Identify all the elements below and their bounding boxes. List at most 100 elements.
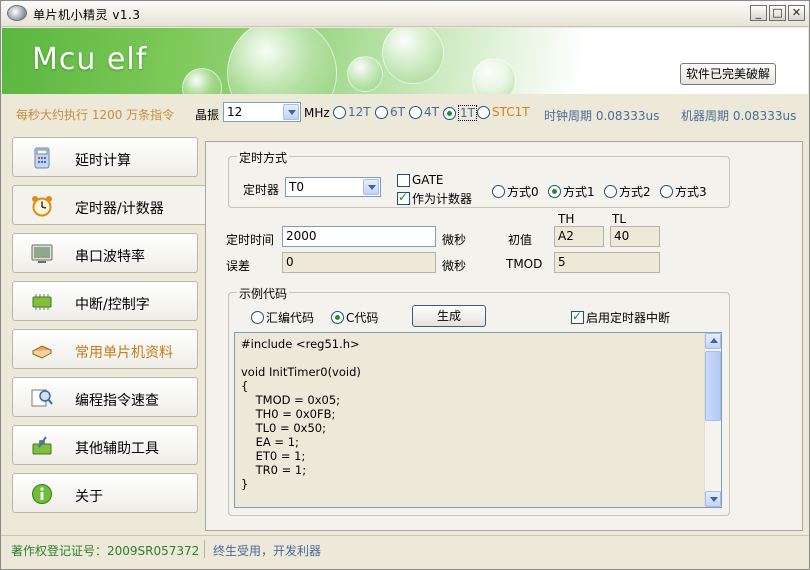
vertical-scrollbar[interactable]: [704, 333, 721, 507]
counter-checkbox[interactable]: 作为计数器: [397, 190, 472, 207]
xtal-label: 晶振: [195, 108, 220, 122]
sidebar-item-instruction-ref[interactable]: 编程指令速查: [12, 377, 198, 417]
code-line: {: [241, 379, 249, 393]
banner: Mcu elf 软件已完美破解: [2, 28, 808, 94]
bubble-decoration: [227, 28, 337, 94]
chevron-down-icon[interactable]: [283, 104, 299, 120]
code-line: EA = 1;: [241, 435, 299, 449]
mode1-radio[interactable]: 方式1: [548, 183, 595, 200]
sidebar-item-interrupt[interactable]: 中断/控制字: [12, 281, 198, 321]
sidebar-item-delay-calc[interactable]: 延时计算: [12, 137, 198, 177]
radio-dot[interactable]: [251, 311, 264, 324]
timer-label: 定时器: [243, 183, 280, 197]
time-label: 定时时间: [226, 233, 275, 247]
magnifier-doc-icon: [31, 389, 53, 407]
timer-select[interactable]: T0: [285, 177, 381, 197]
scroll-down-icon[interactable]: [705, 491, 721, 507]
enable-interrupt-checkbox[interactable]: 启用定时器中断: [571, 309, 670, 326]
radio-dot[interactable]: [660, 185, 673, 198]
close-button[interactable]: ✕: [788, 5, 805, 21]
code-line: TH0 = 0x0FB;: [241, 407, 336, 421]
bubble-decoration: [182, 68, 222, 94]
time-input[interactable]: 2000: [282, 226, 436, 247]
mode2-radio[interactable]: 方式2: [604, 183, 651, 200]
scroll-up-icon[interactable]: [705, 333, 721, 349]
radio-dot[interactable]: [375, 105, 388, 119]
sidebar-item-about[interactable]: 关于: [12, 473, 198, 513]
app-logo: Mcu elf: [32, 42, 148, 77]
sidebar-item-mcu-docs[interactable]: 常用单片机资料: [12, 329, 198, 369]
clock-period: 时钟周期 0.08333us: [544, 109, 660, 123]
radio-dot[interactable]: [443, 106, 456, 120]
status-bar: 著作权登记证号：2009SR057372 终生受用，开发利器: [1, 535, 809, 569]
radio-12t[interactable]: 12T: [333, 105, 371, 119]
sidebar-item-label: 常用单片机资料: [75, 345, 173, 361]
mode3-radio[interactable]: 方式3: [660, 183, 707, 200]
th-label: TH: [558, 212, 575, 226]
radio-dot[interactable]: [477, 105, 490, 119]
asm-radio[interactable]: 汇编代码: [251, 309, 314, 326]
alarm-clock-icon: [32, 196, 52, 217]
xtal-value: 12: [227, 105, 243, 119]
code-textarea[interactable]: #include <reg51.h> void InitTimer0(void)…: [234, 332, 722, 508]
checkbox-box[interactable]: [397, 173, 410, 187]
code-line: TL0 = 0x50;: [241, 421, 326, 435]
book-icon: [31, 345, 53, 359]
tl-field: 40: [610, 226, 660, 247]
radio-dot[interactable]: [409, 105, 422, 119]
copyright-text: 著作权登记证号：2009SR057372: [11, 544, 200, 558]
bubble-decoration: [472, 58, 516, 94]
group-title: 定时方式: [237, 149, 290, 166]
code-line: ET0 = 1;: [241, 449, 306, 463]
sidebar-item-label: 延时计算: [75, 153, 131, 169]
error-field: 0: [282, 252, 436, 273]
mode0-radio[interactable]: 方式0: [492, 183, 539, 200]
sidebar-item-baud-rate[interactable]: 串口波特率: [12, 233, 198, 273]
group-title: 示例代码: [237, 285, 290, 302]
radio-6t[interactable]: 6T: [375, 105, 405, 119]
xtal-select[interactable]: 12: [223, 102, 301, 122]
bubble-decoration: [347, 56, 383, 92]
th-field: A2: [554, 226, 604, 247]
maximize-button[interactable]: □: [769, 5, 786, 21]
minimize-button[interactable]: _: [750, 5, 767, 21]
radio-1t[interactable]: 1T: [443, 105, 477, 121]
tmod-field: 5: [554, 252, 660, 273]
window-title: 单片机小精灵 v1.3: [33, 8, 141, 22]
sidebar-item-label: 其他辅助工具: [75, 441, 159, 457]
error-unit: 微秒: [442, 259, 467, 273]
c-code-radio[interactable]: C代码: [331, 309, 378, 326]
gate-checkbox[interactable]: GATE: [397, 173, 444, 187]
sidebar-item-other-tools[interactable]: 其他辅助工具: [12, 425, 198, 465]
tmod-label: TMOD: [506, 257, 543, 271]
info-icon: [32, 484, 52, 504]
monitor-icon: [31, 244, 53, 263]
code-line: }: [241, 477, 249, 491]
scroll-thumb[interactable]: [705, 351, 721, 421]
exec-speed-text: 每秒大约执行 1200 万条指令: [16, 108, 175, 122]
generate-button[interactable]: 生成: [412, 305, 486, 327]
checkbox-box[interactable]: [397, 190, 410, 205]
radio-dot[interactable]: [604, 185, 617, 198]
radio-stc1t[interactable]: STC1T: [477, 105, 530, 119]
radio-dot[interactable]: [331, 311, 344, 324]
radio-dot[interactable]: [548, 185, 561, 198]
timer-mode-group: 定时方式 定时器 T0 GATE 作为计数器 方式0 方式1 方式2 方式3: [228, 149, 730, 208]
mhz-label: MHz: [304, 106, 330, 120]
crack-status-button[interactable]: 软件已完美破解: [680, 63, 776, 85]
chevron-down-icon[interactable]: [363, 179, 379, 195]
sidebar-item-timer-counter[interactable]: 定时器/计数器: [12, 185, 206, 225]
code-line: #include <reg51.h>: [241, 337, 360, 351]
status-divider: [204, 540, 205, 558]
tools-icon: [32, 436, 52, 455]
machine-period: 机器周期 0.08333us: [681, 109, 797, 123]
radio-dot[interactable]: [492, 185, 505, 198]
init-label: 初值: [508, 233, 533, 247]
chip-icon: [32, 294, 52, 310]
checkbox-box[interactable]: [571, 309, 584, 324]
radio-4t[interactable]: 4T: [409, 105, 439, 119]
code-lines: #include <reg51.h> void InitTimer0(void)…: [235, 337, 361, 491]
app-icon: [7, 5, 27, 21]
radio-dot[interactable]: [333, 105, 346, 119]
